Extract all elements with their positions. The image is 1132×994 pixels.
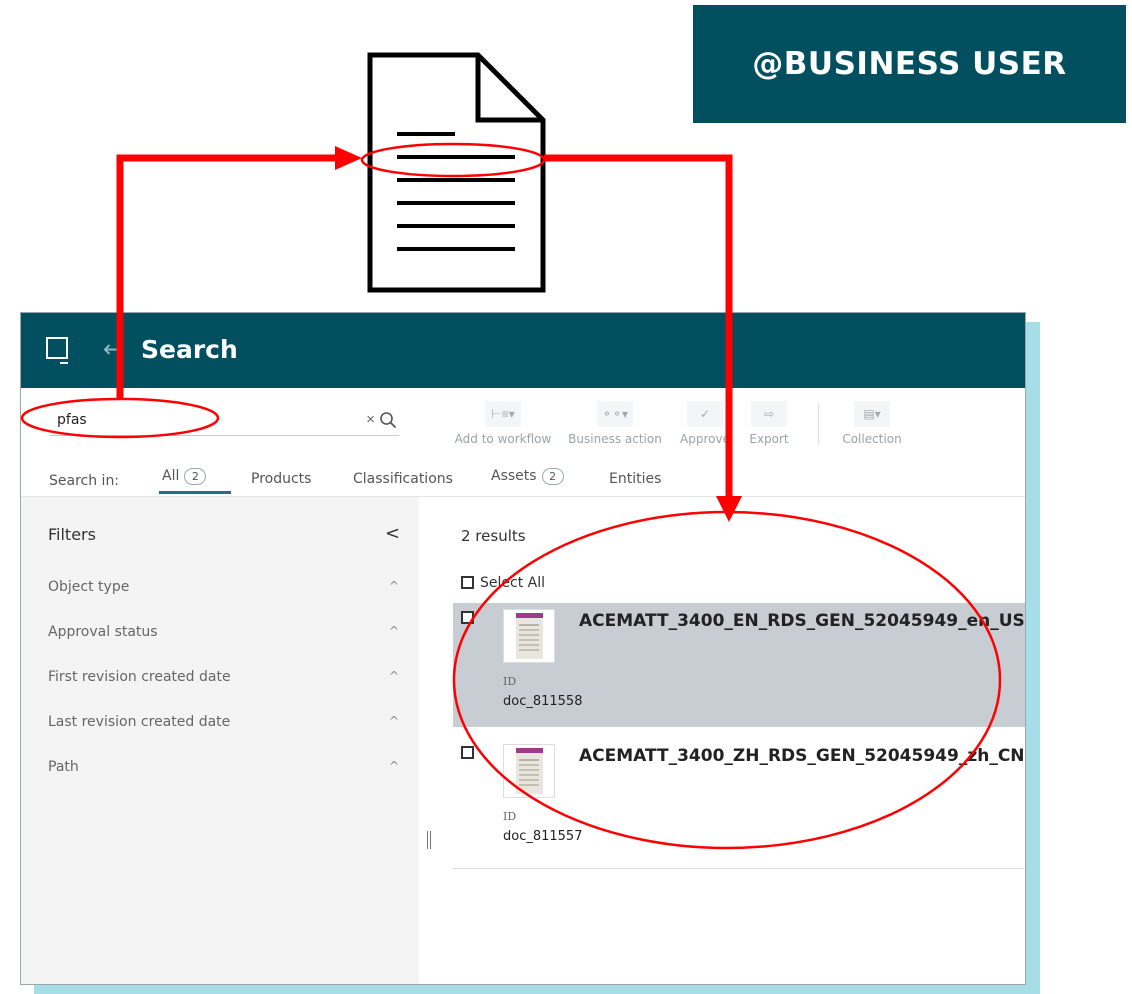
collection-button[interactable]: ▤▾ Collection: [839, 401, 905, 446]
filter-last-revision-date[interactable]: Last revision created date ^: [48, 714, 399, 730]
collection-icon: ▤▾: [854, 401, 890, 427]
clear-icon[interactable]: ×: [366, 411, 375, 428]
result-item[interactable]: ACEMATT_3400_EN_RDS_GEN_52045949_en_US I…: [453, 603, 1025, 727]
result-item[interactable]: ACEMATT_3400_ZH_RDS_GEN_52045949_zh_CN I…: [453, 738, 1025, 862]
search-input[interactable]: pfas ×: [49, 409, 399, 436]
export-icon: ⇨: [751, 401, 787, 427]
result-id-value: doc_811558: [503, 694, 583, 709]
tab-assets[interactable]: Assets 2: [491, 468, 564, 485]
badge-text: @BUSINESS USER: [752, 46, 1067, 82]
tab-all-label: All: [162, 468, 180, 484]
tab-all-count: 2: [184, 468, 207, 485]
tab-assets-label: Assets: [491, 468, 537, 484]
document-page-image: [516, 613, 543, 659]
document-thumbnail[interactable]: [503, 609, 555, 663]
arrow-head-right: [335, 146, 362, 170]
back-arrow-icon[interactable]: ←: [103, 335, 123, 363]
export-button[interactable]: ⇨ Export: [741, 401, 797, 446]
toolbar-divider: [818, 403, 819, 445]
business-action-icon: ⚬⚬▾: [597, 401, 633, 427]
chevron-up-icon[interactable]: ^: [389, 624, 399, 638]
results-count: 2 results: [461, 527, 526, 545]
search-app-window: ← Search pfas × ⊢≡▾ Add to workflow ⚬⚬▾ …: [20, 312, 1026, 985]
tab-all[interactable]: All 2: [162, 468, 207, 485]
document-icon: [367, 52, 546, 293]
filter-last-revision-date-label: Last revision created date: [48, 714, 231, 730]
search-in-label: Search in:: [49, 473, 120, 489]
filter-first-revision-date[interactable]: First revision created date ^: [48, 669, 399, 685]
workflow-icon: ⊢≡▾: [485, 401, 521, 427]
check-icon: ✓: [687, 401, 723, 427]
result-id-label: ID: [503, 675, 517, 688]
checkbox-icon[interactable]: [461, 576, 474, 589]
filters-panel: Filters < Object type ^ Approval status …: [21, 497, 419, 984]
select-all-checkbox[interactable]: Select All: [461, 575, 545, 591]
collapse-filters-icon[interactable]: <: [385, 523, 400, 544]
search-scope-tabs: Search in: All 2 Products Classifications…: [21, 468, 1025, 496]
filter-first-revision-date-label: First revision created date: [48, 669, 231, 685]
document-page-image: [516, 748, 543, 794]
result-divider: [453, 868, 1025, 869]
filter-approval-status-label: Approval status: [48, 624, 158, 640]
document-thumbnail[interactable]: [503, 744, 555, 798]
chevron-up-icon[interactable]: ^: [389, 669, 399, 683]
chevron-up-icon[interactable]: ^: [389, 759, 399, 773]
tab-assets-count: 2: [541, 468, 564, 485]
collection-label: Collection: [842, 432, 902, 446]
panel-toggle-icon[interactable]: [46, 337, 68, 364]
export-label: Export: [749, 432, 789, 446]
business-action-button[interactable]: ⚬⚬▾ Business action: [563, 401, 667, 446]
tab-entities[interactable]: Entities: [609, 471, 661, 487]
filters-title: Filters: [48, 525, 96, 544]
result-id-value: doc_811557: [503, 829, 583, 844]
search-input-value[interactable]: pfas: [57, 412, 87, 428]
active-tab-indicator: [159, 491, 231, 494]
panel-gutter: [419, 497, 435, 984]
tab-classifications[interactable]: Classifications: [353, 471, 453, 487]
business-action-label: Business action: [568, 432, 662, 446]
filter-approval-status[interactable]: Approval status ^: [48, 624, 399, 640]
tab-products-label: Products: [251, 471, 312, 487]
document-text-highlight: [360, 142, 546, 178]
tab-entities-label: Entities: [609, 471, 662, 487]
tab-products[interactable]: Products: [251, 471, 311, 487]
filter-path[interactable]: Path ^: [48, 759, 399, 775]
select-all-label: Select All: [480, 575, 545, 591]
filter-path-label: Path: [48, 759, 79, 775]
result-id-label: ID: [503, 810, 517, 823]
filter-object-type-label: Object type: [48, 579, 130, 595]
tab-classifications-label: Classifications: [353, 471, 453, 487]
add-to-workflow-button[interactable]: ⊢≡▾ Add to workflow: [449, 401, 557, 446]
result-checkbox[interactable]: [461, 611, 474, 624]
resize-handle[interactable]: [427, 831, 431, 849]
filter-object-type[interactable]: Object type ^: [48, 579, 399, 595]
chevron-up-icon[interactable]: ^: [389, 579, 399, 593]
approve-button[interactable]: ✓ Approve: [677, 401, 733, 446]
app-header: ← Search: [21, 313, 1025, 388]
approve-label: Approve: [680, 432, 730, 446]
page-title: Search: [141, 335, 238, 364]
result-name[interactable]: ACEMATT_3400_ZH_RDS_GEN_52045949_zh_CN: [579, 746, 1025, 766]
chevron-up-icon[interactable]: ^: [389, 714, 399, 728]
add-to-workflow-label: Add to workflow: [454, 432, 552, 446]
business-user-badge: @BUSINESS USER: [693, 5, 1126, 123]
result-name[interactable]: ACEMATT_3400_EN_RDS_GEN_52045949_en_US: [579, 611, 1025, 631]
result-checkbox[interactable]: [461, 746, 474, 759]
search-icon[interactable]: [379, 411, 397, 429]
